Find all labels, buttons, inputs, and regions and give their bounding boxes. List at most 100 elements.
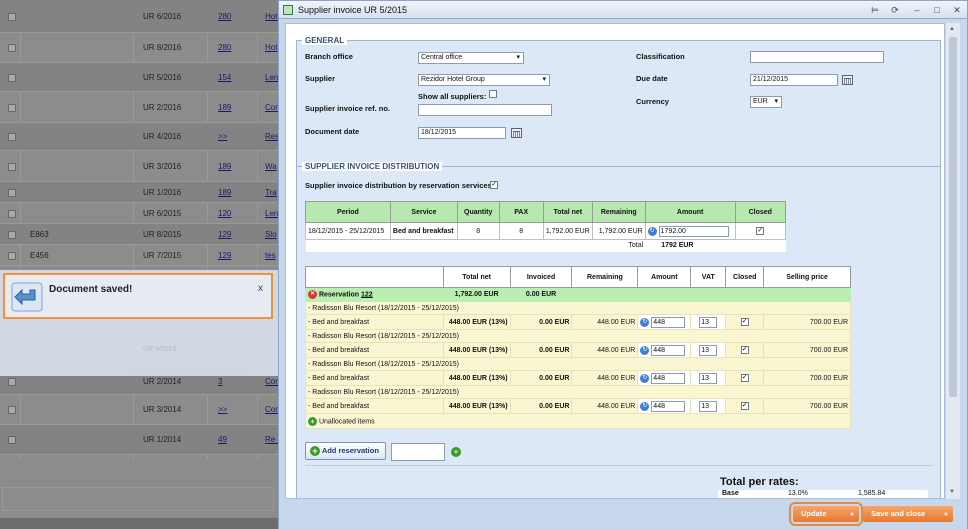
row-supplier-link[interactable]: Len: [265, 73, 278, 82]
ref-no-input[interactable]: [418, 104, 552, 116]
closed-checkbox[interactable]: ✓: [740, 374, 749, 382]
refresh-window-icon[interactable]: ⟳: [889, 4, 901, 16]
classification-input[interactable]: [750, 51, 884, 63]
closed-checkbox[interactable]: ✓: [740, 402, 749, 410]
calendar-icon[interactable]: [511, 128, 522, 138]
vat-input[interactable]: 13: [699, 400, 718, 412]
copy-remaining-icon[interactable]: ↻: [640, 345, 650, 355]
add-icon[interactable]: +: [451, 447, 461, 457]
remove-reservation-icon[interactable]: ✕: [308, 290, 317, 299]
row-checkbox[interactable]: [8, 189, 16, 197]
dialog-scrollbar[interactable]: ▲ ▼: [946, 23, 960, 499]
close-button[interactable]: ✕: [951, 4, 963, 16]
row-supplier-link[interactable]: Tra: [265, 188, 278, 197]
update-button[interactable]: Update»: [789, 502, 863, 526]
column-header: Amount: [644, 201, 736, 223]
closed-checkbox[interactable]: ✓: [740, 346, 749, 354]
column-header: Closed: [725, 266, 765, 288]
copy-remaining-icon[interactable]: ↻: [647, 226, 657, 236]
row-reference-link[interactable]: 280: [218, 43, 231, 52]
calendar-icon[interactable]: [842, 75, 853, 85]
row-checkbox[interactable]: [8, 436, 16, 444]
row-supplier-link[interactable]: Hot: [265, 43, 278, 52]
distribution-by-reservation-checkbox[interactable]: ✓: [490, 181, 498, 189]
row-invoice-no: UR 5/2016: [143, 73, 182, 82]
vat-input[interactable]: 13: [699, 344, 718, 356]
row-reference-link[interactable]: 189: [218, 103, 231, 112]
row-checkbox[interactable]: [8, 378, 16, 386]
base-pct: 13.0%: [788, 490, 808, 497]
row-checkbox[interactable]: [8, 44, 16, 52]
row-reference-link[interactable]: 3: [218, 377, 222, 386]
due-date-input[interactable]: 21/12/2015: [750, 74, 838, 86]
amount-input[interactable]: 1792.00: [658, 225, 729, 237]
toast-close-button[interactable]: x: [258, 283, 263, 294]
copy-remaining-icon[interactable]: ↻: [640, 373, 650, 383]
row-checkbox[interactable]: [8, 13, 16, 21]
service-cell: Bed and breakfast: [389, 222, 458, 240]
show-all-suppliers-checkbox[interactable]: [489, 90, 497, 98]
amount-input[interactable]: 448: [651, 316, 686, 328]
row-supplier-link[interactable]: Con: [265, 103, 278, 112]
add-reservation-button[interactable]: + Add reservation: [305, 442, 386, 460]
row-reference-link[interactable]: >>: [218, 132, 227, 141]
row-supplier-link[interactable]: Re Gre: [265, 435, 278, 444]
row-checkbox[interactable]: [8, 133, 16, 141]
vat-input[interactable]: 13: [699, 316, 718, 328]
amount-input[interactable]: 448: [651, 344, 686, 356]
row-reference-link[interactable]: 189: [218, 162, 231, 171]
branch-office-select[interactable]: Central office ▾: [418, 52, 524, 64]
amount-input[interactable]: 448: [651, 372, 686, 384]
row-checkbox[interactable]: [8, 163, 16, 171]
scroll-down-icon[interactable]: ▼: [949, 489, 955, 495]
copy-remaining-icon[interactable]: ↻: [640, 401, 650, 411]
reservation-link[interactable]: 122: [361, 291, 373, 298]
row-checkbox[interactable]: [8, 406, 16, 414]
row-checkbox[interactable]: [8, 104, 16, 112]
closed-checkbox[interactable]: ✓: [756, 227, 765, 235]
row-supplier-link[interactable]: Res Gre: [265, 132, 278, 141]
document-date-input[interactable]: 18/12/2015: [418, 127, 506, 139]
closed-checkbox[interactable]: ✓: [740, 318, 749, 326]
copy-remaining-icon[interactable]: ↻: [640, 317, 650, 327]
list-item: UR 3/2014 >> Con: [0, 395, 278, 425]
row-invoice-no: UR 6/2016: [143, 12, 182, 21]
row-supplier-link[interactable]: Slo: [265, 230, 278, 239]
minimize-button[interactable]: –: [911, 4, 923, 16]
row-supplier-link[interactable]: Wa: [265, 162, 278, 171]
row-supplier-link[interactable]: Len: [265, 209, 278, 218]
row-supplier-link[interactable]: Con: [265, 405, 278, 414]
row-reference-link[interactable]: >>: [218, 405, 227, 414]
add-reservation-input[interactable]: [391, 443, 445, 461]
invoiced-cell: 0.00 EUR: [509, 342, 573, 358]
maximize-button[interactable]: □: [931, 4, 943, 16]
plus-icon[interactable]: +: [308, 416, 317, 426]
ref-no-label: Supplier invoice ref. no.: [305, 104, 391, 113]
row-supplier-link[interactable]: Hot: [265, 12, 278, 21]
scroll-up-icon[interactable]: ▲: [949, 26, 955, 32]
row-reference-link[interactable]: 120: [218, 209, 231, 218]
list-footer-bar: [2, 487, 274, 511]
currency-select[interactable]: EUR ▾: [750, 96, 782, 108]
row-supplier-link[interactable]: tes: [265, 251, 278, 260]
pin-icon[interactable]: ⊨: [869, 4, 881, 16]
column-header: Remaining: [571, 266, 639, 288]
row-checkbox[interactable]: [8, 231, 16, 239]
row-reference-link[interactable]: 129: [218, 230, 231, 239]
row-supplier-link[interactable]: Con: [265, 377, 278, 386]
scrollbar-thumb[interactable]: [949, 37, 957, 397]
row-checkbox[interactable]: [8, 252, 16, 260]
row-reference-link[interactable]: 280: [218, 12, 231, 21]
row-reference-link[interactable]: 129: [218, 251, 231, 260]
row-checkbox[interactable]: [8, 74, 16, 82]
supplier-select[interactable]: Rezidor Hotel Group ▾: [418, 74, 550, 86]
vat-input[interactable]: 13: [699, 372, 718, 384]
row-reference-link[interactable]: 154: [218, 73, 231, 82]
document-date-label: Document date: [305, 127, 360, 136]
row-reference-link[interactable]: 189: [218, 188, 231, 197]
row-reference-link[interactable]: 49: [218, 435, 227, 444]
column-header: Amount: [637, 266, 692, 288]
save-and-close-button[interactable]: Save and close»: [863, 506, 953, 522]
row-checkbox[interactable]: [8, 210, 16, 218]
amount-input[interactable]: 448: [651, 400, 686, 412]
